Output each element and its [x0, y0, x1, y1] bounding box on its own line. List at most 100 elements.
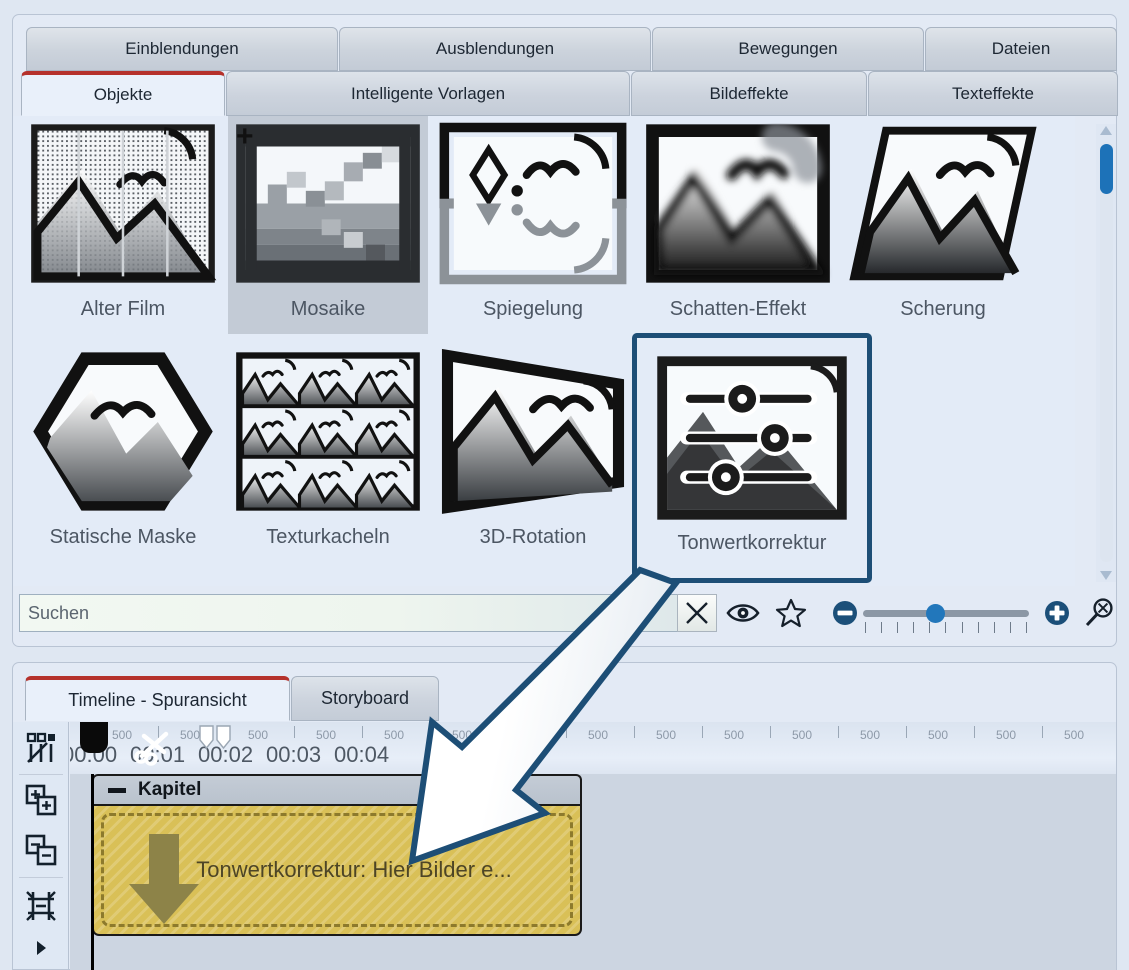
timeline-tracks[interactable]: Kapitel Tonwertkorrektur: Hier Bilder e.…	[70, 774, 1116, 970]
divider	[19, 877, 63, 878]
timeline-tab-storyboard[interactable]: Storyboard	[291, 676, 439, 721]
ruler-subdivision-label: 500	[452, 728, 473, 742]
ruler-subdivision-label: 500	[588, 728, 609, 742]
ruler-subdivision-label: 500	[792, 728, 813, 742]
add-effect-icon[interactable]: +	[236, 122, 254, 152]
scroll-up-arrow-icon[interactable]	[1100, 126, 1112, 135]
close-icon	[686, 602, 708, 624]
effect-label: Mosaike	[290, 298, 366, 320]
star-icon	[775, 598, 807, 628]
scroll-down-arrow-icon[interactable]	[1100, 571, 1112, 580]
tab-bewegungen[interactable]: Bewegungen	[652, 27, 924, 71]
slider-tick	[865, 622, 866, 633]
effect-item-alter-film[interactable]: Alter Film	[23, 116, 223, 334]
timeline-clip[interactable]: Tonwertkorrektur: Hier Bilder e...	[92, 804, 582, 936]
magnifier-reset-icon	[1085, 598, 1113, 627]
effect-item-scherung[interactable]: Scherung	[843, 116, 1043, 334]
slider-tick	[929, 622, 931, 633]
reset-zoom-button[interactable]	[1079, 594, 1119, 632]
track-header-kapitel[interactable]: Kapitel	[92, 774, 582, 804]
ruler-subdivision-label: 500	[724, 728, 745, 742]
effect-label: Alter Film	[80, 298, 166, 320]
slider-tick	[1009, 622, 1011, 633]
eye-icon	[726, 604, 760, 622]
ruler-subdivision-label: 500	[1064, 728, 1085, 742]
effect-label: Scherung	[900, 298, 986, 320]
search-input[interactable]: Suchen	[19, 594, 703, 632]
ruler-tick	[974, 726, 975, 738]
slider-ticks	[865, 622, 1027, 634]
shear-thumb	[843, 116, 1043, 292]
timeline-side-toolbar	[13, 722, 69, 969]
static-mask-thumb	[23, 342, 223, 520]
zoom-in-button[interactable]	[1037, 594, 1077, 632]
slider-tick	[945, 622, 947, 633]
ruler-tick	[838, 726, 839, 738]
ruler-tick	[294, 726, 295, 738]
clip-label: Tonwertkorrektur: Hier Bilder e...	[196, 857, 512, 882]
mosaic-thumb: +	[228, 116, 428, 292]
effect-label: Schatten-Effekt	[669, 298, 807, 320]
effect-label: Texturkacheln	[266, 526, 390, 548]
texture-tiles-thumb	[228, 342, 428, 520]
scrollbar-trough[interactable]	[1100, 142, 1113, 562]
ruler-subdivision-label: 500	[112, 728, 133, 742]
minus-circle-icon	[833, 601, 857, 625]
effects-grid[interactable]: Alter Film + Mosaike Spiegelung Schatten…	[13, 116, 1075, 586]
ruler-subdivision-label: 500	[860, 728, 881, 742]
timeline-tab-timeline-spuransicht[interactable]: Timeline - Spuransicht	[25, 676, 290, 721]
collapse-icon[interactable]	[106, 780, 128, 800]
effect-item-mosaike[interactable]: + Mosaike	[228, 116, 428, 334]
effect-item-statische-maske[interactable]: Statische Maske	[23, 342, 223, 562]
slider-tick	[913, 622, 915, 633]
ruler-label: 00:04	[334, 742, 390, 767]
ruler-tick	[634, 726, 635, 738]
effect-item-spiegelung[interactable]: Spiegelung	[433, 116, 633, 334]
tracks-overview-icon[interactable]	[21, 727, 61, 769]
ruler-tick	[566, 726, 567, 738]
tab-dateien[interactable]: Dateien	[925, 27, 1117, 71]
scissors-icon[interactable]	[132, 726, 174, 771]
annotation-highlight-box: Tonwertkorrektur	[632, 333, 872, 583]
slider-knob[interactable]	[926, 604, 945, 623]
fit-track-icon[interactable]	[21, 885, 61, 927]
clear-search-button[interactable]	[677, 594, 717, 632]
ruler-tick	[362, 726, 363, 738]
slider-tick	[993, 622, 995, 633]
add-track-icon[interactable]	[21, 779, 61, 821]
playhead[interactable]	[91, 774, 94, 970]
favorites-button[interactable]	[771, 594, 811, 632]
ruler-subdivision-label: 500	[928, 728, 949, 742]
ruler-subdivision-label: 500	[996, 728, 1017, 742]
plus-circle-icon	[1045, 601, 1069, 625]
slider-tick	[977, 622, 979, 633]
effect-item-3d-rotation[interactable]: 3D-Rotation	[433, 342, 633, 562]
ruler-tick	[498, 726, 499, 738]
timeline-ruler[interactable]: 00:0050000:0150000:0250000:0350000:04500…	[70, 722, 1116, 774]
tab-ausblendungen[interactable]: Ausblendungen	[339, 27, 651, 71]
slider-track[interactable]	[863, 610, 1029, 617]
preview-toggle-button[interactable]	[723, 594, 763, 632]
ruler-label: 00:03	[266, 742, 322, 767]
effects-scrollbar[interactable]	[1096, 124, 1116, 582]
thumbnail-size-slider[interactable]	[859, 594, 1033, 634]
tab-texteffekte[interactable]: Texteffekte	[868, 71, 1118, 116]
ruler-tick	[770, 726, 771, 738]
ruler-tick	[906, 726, 907, 738]
scrollbar-thumb[interactable]	[1100, 144, 1113, 194]
tab-einblendungen[interactable]: Einblendungen	[26, 27, 338, 71]
effect-label: Statische Maske	[49, 526, 197, 548]
effect-item-texturkacheln[interactable]: Texturkacheln	[228, 342, 428, 562]
divider	[19, 774, 63, 775]
playhead-handle[interactable]	[80, 722, 108, 753]
expand-arrow-icon[interactable]	[21, 927, 61, 969]
shadow-thumb	[638, 116, 838, 292]
tab-bildeffekte[interactable]: Bildeffekte	[631, 71, 867, 116]
range-marker-icon[interactable]	[198, 724, 232, 755]
slider-tick	[1025, 622, 1027, 633]
effect-item-schatten-effekt[interactable]: Schatten-Effekt	[638, 116, 838, 334]
tab-objekte[interactable]: Objekte	[21, 71, 225, 116]
tab-intelligente-vorlagen[interactable]: Intelligente Vorlagen	[226, 71, 630, 116]
remove-track-icon[interactable]	[21, 829, 61, 871]
search-toolbar: Suchen	[13, 589, 1115, 636]
